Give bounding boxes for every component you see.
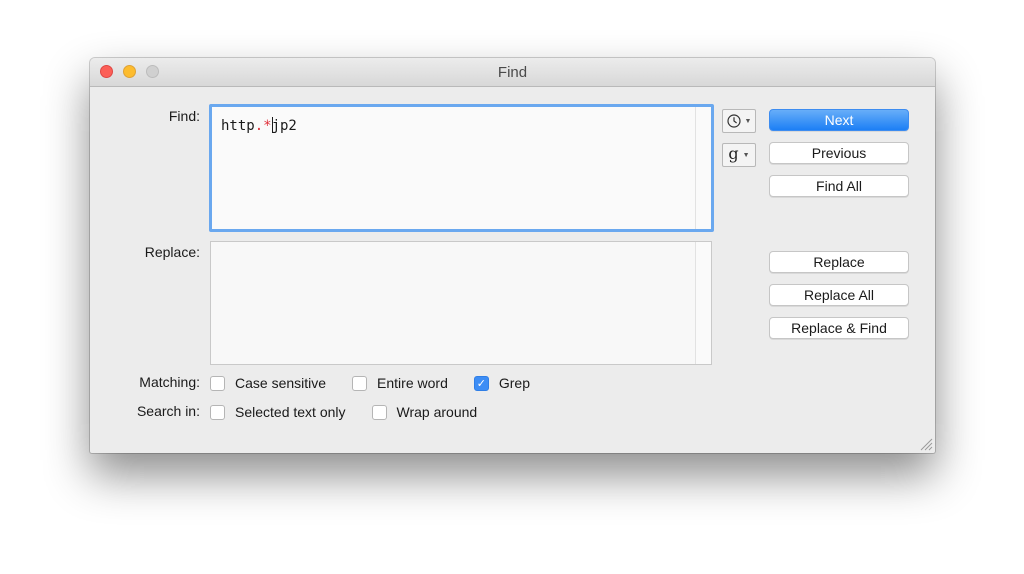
clock-icon	[726, 114, 741, 128]
find-window: Find Find: http.*jp2 Replace: ▼ g ▼ Next…	[90, 58, 935, 453]
replace-button[interactable]: Replace	[769, 251, 909, 273]
dropdown-arrow-icon: ▼	[742, 151, 750, 159]
replace-scrollbar[interactable]	[695, 242, 711, 364]
find-scrollbar[interactable]	[695, 107, 711, 229]
checkbox-box[interactable]	[371, 404, 387, 420]
checkbox-box[interactable]: ✓	[473, 375, 489, 391]
selected-text-only-checkbox[interactable]: Selected text only	[210, 404, 346, 420]
regex-token: .*	[254, 118, 272, 134]
grep-checkbox[interactable]: ✓ Grep	[473, 375, 530, 391]
checkbox-box[interactable]	[210, 404, 225, 420]
find-input[interactable]: http.*jp2	[209, 104, 714, 232]
previous-button[interactable]: Previous	[769, 142, 909, 164]
title-bar[interactable]: Find	[90, 58, 935, 87]
case-sensitive-checkbox[interactable]: Case sensitive	[210, 375, 326, 391]
window-title: Find	[497, 64, 528, 81]
find-input-text: http.*jp2	[221, 117, 297, 134]
checkbox-box[interactable]	[352, 375, 368, 391]
resize-grip-icon[interactable]	[917, 435, 933, 451]
checkbox-box[interactable]	[210, 375, 225, 391]
next-button[interactable]: Next	[769, 109, 909, 131]
replace-and-find-button[interactable]: Replace & Find	[769, 317, 909, 339]
replace-label: Replace:	[144, 244, 200, 260]
search-in-options: Selected text only Wrap around	[210, 402, 503, 422]
replace-input[interactable]	[210, 241, 712, 365]
find-all-button[interactable]: Find All	[769, 175, 909, 197]
grep-patterns-popup[interactable]: g ▼	[722, 143, 756, 167]
matching-label: Matching:	[139, 374, 200, 390]
matching-options: Case sensitive Entire word ✓ Grep	[210, 373, 556, 393]
entire-word-checkbox[interactable]: Entire word	[352, 375, 448, 391]
wrap-around-checkbox[interactable]: Wrap around	[371, 404, 477, 420]
grep-g-icon: g	[728, 143, 739, 163]
find-label: Find:	[168, 108, 200, 124]
dropdown-arrow-icon: ▼	[744, 117, 752, 125]
checkmark-icon: ✓	[476, 377, 486, 390]
search-in-label: Search in:	[136, 403, 200, 419]
recent-searches-popup[interactable]: ▼	[722, 109, 756, 133]
replace-all-button[interactable]: Replace All	[769, 284, 909, 306]
